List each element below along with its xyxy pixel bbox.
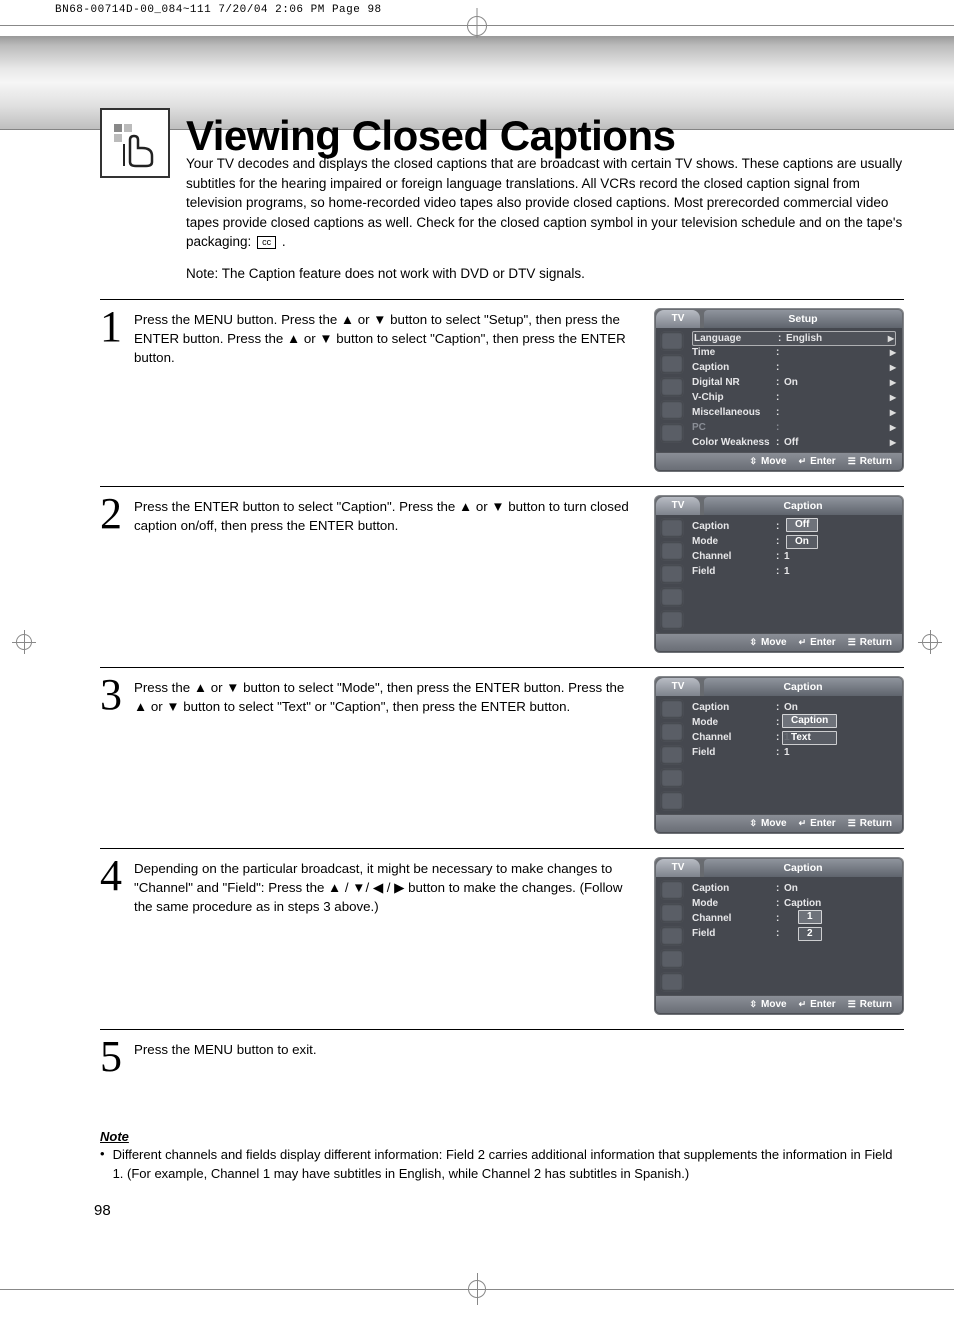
step-text: Press the ▲ or ▼ button to select "Mode"… — [134, 676, 644, 834]
osd-row: Field: — [692, 926, 896, 941]
osd-title: Caption — [704, 678, 902, 696]
intro-paragraph: Your TV decodes and displays the closed … — [186, 154, 904, 252]
osd-row: Channel: — [692, 911, 896, 926]
bullet-icon: • — [100, 1146, 105, 1184]
intro-note: Note: The Caption feature does not work … — [186, 266, 904, 281]
osd-footer: ⇳Move ↵Enter ☰Return — [656, 453, 902, 470]
osd-tv-tab: TV — [656, 678, 700, 696]
osd-sidebar-icon — [661, 401, 683, 419]
osd-option: On — [786, 535, 818, 549]
osd-panel: TV Caption Caption:On Mode:Caption Chann… — [654, 857, 904, 1015]
osd-option: Text — [782, 731, 837, 745]
osd-sidebar-icon — [661, 700, 683, 718]
osd-panel: TV Caption Caption:On Mode: Channel:1 Fi… — [654, 676, 904, 834]
osd-panel: TV Caption Caption: Mode: Channel:1 Fiel… — [654, 495, 904, 653]
osd-title: Caption — [704, 859, 902, 877]
osd-footer: ⇳Move ↵Enter ☰Return — [656, 996, 902, 1013]
osd-row: Caption:On — [692, 881, 896, 896]
osd-row: Mode:Caption — [692, 896, 896, 911]
step-number: 4 — [100, 857, 126, 1015]
osd-sidebar-icon — [661, 881, 683, 899]
footnote-title: Note — [100, 1129, 904, 1144]
step: 2 Press the ENTER button to select "Capt… — [100, 486, 904, 667]
osd-tv-tab: TV — [656, 859, 700, 877]
osd-row: Field:1 — [692, 564, 896, 579]
osd-row: Digital NR:On▶ — [692, 375, 896, 390]
osd-footer: ⇳Move ↵Enter ☰Return — [656, 815, 902, 832]
osd-option: 1 — [798, 910, 822, 924]
osd-sidebar-icon — [661, 611, 683, 629]
osd-panel: TV Setup Language:English▶ Time:▶ Captio… — [654, 308, 904, 472]
osd-sidebar-icon — [661, 746, 683, 764]
osd-title: Setup — [704, 310, 902, 328]
footnote: Note • Different channels and fields dis… — [100, 1129, 904, 1184]
osd-row: Color Weakness:Off▶ — [692, 435, 896, 450]
osd-tv-tab: TV — [656, 310, 700, 328]
crop-mark-top — [0, 18, 954, 36]
osd-row: Caption:▶ — [692, 360, 896, 375]
osd-option: 2 — [798, 927, 822, 941]
osd-sidebar-icon — [661, 378, 683, 396]
step: 4 Depending on the particular broadcast,… — [100, 848, 904, 1029]
crop-mark-bottom — [0, 1269, 954, 1309]
step-text: Press the MENU button to exit. — [134, 1038, 327, 1075]
osd-sidebar-icon — [661, 588, 683, 606]
osd-sidebar-icon — [661, 723, 683, 741]
touch-icon — [100, 108, 170, 178]
footnote-text: Different channels and fields display di… — [113, 1146, 904, 1184]
step: 3 Press the ▲ or ▼ button to select "Mod… — [100, 667, 904, 848]
osd-row: PC:▶ — [692, 420, 896, 435]
step-number: 3 — [100, 676, 126, 834]
osd-sidebar-icon — [661, 973, 683, 991]
step-number: 2 — [100, 495, 126, 653]
step: 1 Press the MENU button. Press the ▲ or … — [100, 299, 904, 486]
page-number: 98 — [94, 1202, 904, 1219]
step: 5 Press the MENU button to exit. — [100, 1029, 904, 1089]
osd-row: Field:1 — [692, 745, 896, 760]
cc-badge-icon: cc — [257, 236, 276, 249]
osd-row: Channel:1 — [692, 549, 896, 564]
step-number: 1 — [100, 308, 126, 472]
osd-sidebar-icon — [661, 542, 683, 560]
step-text: Press the ENTER button to select "Captio… — [134, 495, 644, 653]
osd-footer: ⇳Move ↵Enter ☰Return — [656, 634, 902, 651]
osd-row: V-Chip:▶ — [692, 390, 896, 405]
step-number: 5 — [100, 1038, 126, 1075]
osd-sidebar-icon — [661, 565, 683, 583]
osd-sidebar-icon — [661, 424, 683, 442]
step-text: Depending on the particular broadcast, i… — [134, 857, 644, 1015]
osd-option: Off — [786, 518, 818, 532]
osd-row: Language:English▶ — [692, 331, 896, 346]
osd-row: Miscellaneous:▶ — [692, 405, 896, 420]
osd-sidebar-icon — [661, 927, 683, 945]
osd-sidebar-icon — [661, 332, 683, 350]
osd-sidebar-icon — [661, 792, 683, 810]
osd-sidebar-icon — [661, 904, 683, 922]
osd-sidebar-icon — [661, 950, 683, 968]
osd-row: Time:▶ — [692, 345, 896, 360]
osd-title: Caption — [704, 497, 902, 515]
osd-tv-tab: TV — [656, 497, 700, 515]
step-text: Press the MENU button. Press the ▲ or ▼ … — [134, 308, 644, 472]
osd-sidebar-icon — [661, 355, 683, 373]
osd-option: Caption — [782, 714, 837, 728]
osd-sidebar-icon — [661, 519, 683, 537]
osd-sidebar-icon — [661, 769, 683, 787]
